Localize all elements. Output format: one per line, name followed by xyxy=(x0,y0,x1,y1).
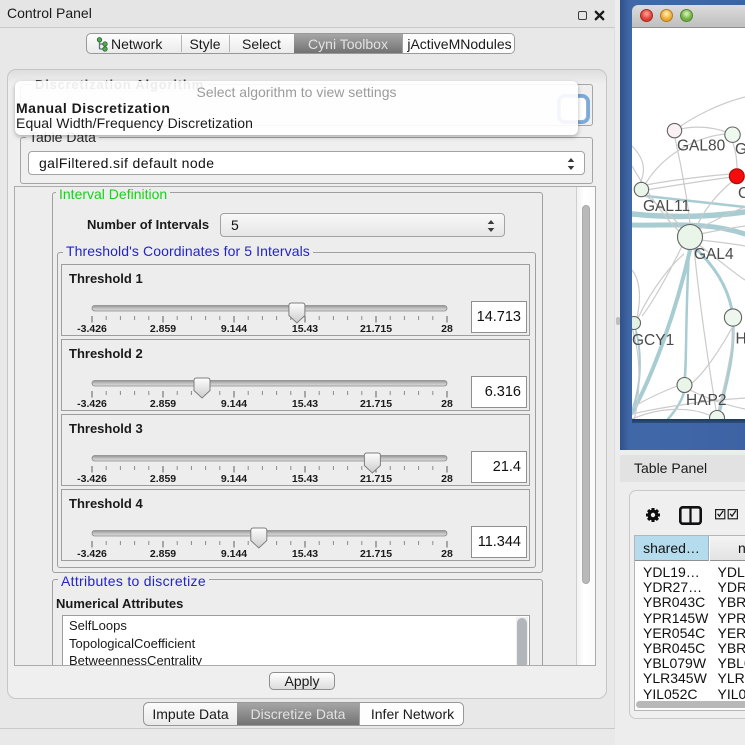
svg-text:21.715: 21.715 xyxy=(360,398,392,410)
svg-text:-3.426: -3.426 xyxy=(77,548,107,560)
svg-text:2.859: 2.859 xyxy=(150,323,176,335)
svg-text:-3.426: -3.426 xyxy=(77,473,107,485)
svg-text:-3.426: -3.426 xyxy=(77,323,107,335)
svg-text:GAL80: GAL80 xyxy=(677,138,726,155)
svg-text:2.859: 2.859 xyxy=(150,398,176,410)
svg-text:GCY1: GCY1 xyxy=(632,332,674,349)
svg-text:21.715: 21.715 xyxy=(360,473,392,485)
svg-text:21.715: 21.715 xyxy=(360,548,392,560)
svg-text:28: 28 xyxy=(441,473,453,485)
svg-text:GAL11: GAL11 xyxy=(643,198,690,215)
svg-text:9.144: 9.144 xyxy=(221,473,247,485)
svg-text:9.144: 9.144 xyxy=(221,548,247,560)
svg-text:28: 28 xyxy=(441,323,453,335)
svg-text:-3.426: -3.426 xyxy=(77,398,107,410)
svg-text:CY: CY xyxy=(738,185,745,202)
svg-text:9.144: 9.144 xyxy=(221,323,247,335)
svg-text:21.715: 21.715 xyxy=(360,323,392,335)
svg-text:GA: GA xyxy=(735,141,745,158)
svg-text:9.144: 9.144 xyxy=(221,398,247,410)
svg-text:15.43: 15.43 xyxy=(292,473,318,485)
svg-text:GAL4: GAL4 xyxy=(694,246,734,263)
svg-text:2.859: 2.859 xyxy=(150,548,176,560)
svg-text:28: 28 xyxy=(441,548,453,560)
svg-text:HAP2: HAP2 xyxy=(686,392,727,409)
svg-text:HI: HI xyxy=(736,331,745,348)
svg-text:28: 28 xyxy=(441,398,453,410)
svg-text:15.43: 15.43 xyxy=(292,323,318,335)
svg-text:15.43: 15.43 xyxy=(292,548,318,560)
svg-text:2.859: 2.859 xyxy=(150,473,176,485)
svg-text:15.43: 15.43 xyxy=(292,398,318,410)
